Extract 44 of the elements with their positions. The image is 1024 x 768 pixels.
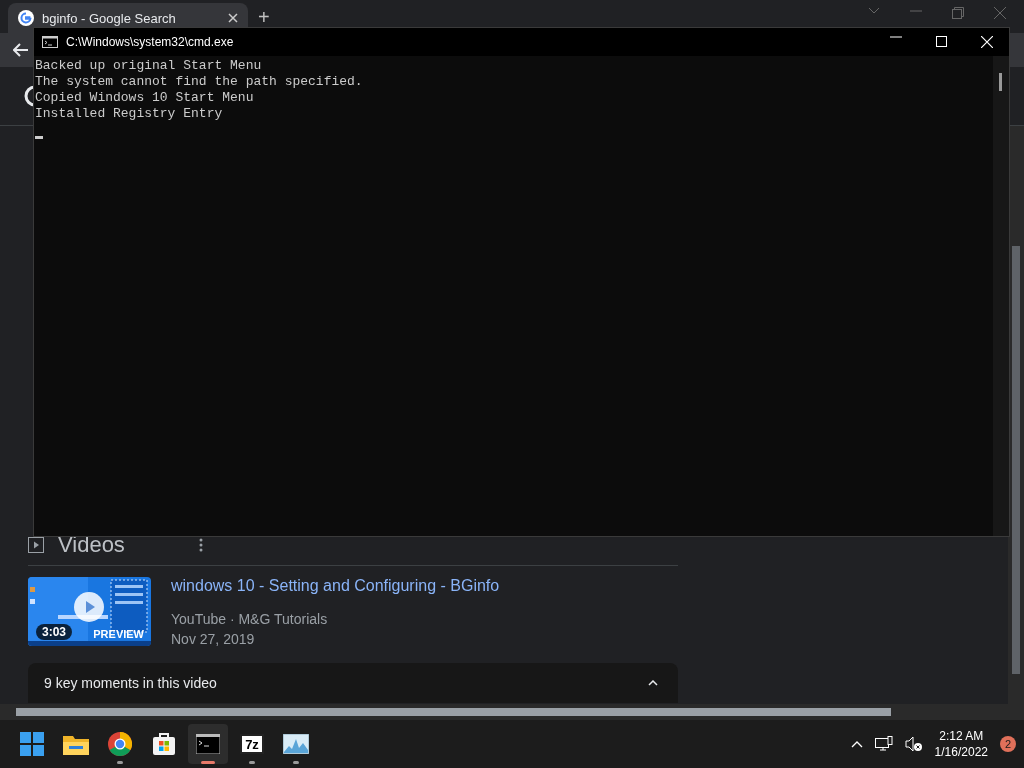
terminal-icon (196, 734, 220, 754)
console-line: The system cannot find the path specified. (35, 74, 364, 90)
video-date: Nov 27, 2019 (171, 631, 256, 647)
section-heading: Videos (58, 532, 125, 558)
network-icon[interactable] (874, 736, 893, 752)
speaker-muted-icon[interactable] (904, 736, 923, 752)
window-title: C:\Windows\system32\cmd.exe (66, 35, 235, 49)
clock-date[interactable]: 1/16/2022 (934, 745, 988, 759)
console-line: Installed Registry Entry (35, 106, 224, 122)
horizontal-scrollbar[interactable] (0, 704, 1024, 720)
chevron-down-icon[interactable] (868, 6, 880, 15)
chrome-icon (108, 732, 132, 756)
more-icon[interactable] (198, 538, 203, 552)
key-moments-label: 9 key moments in this video (44, 675, 217, 691)
console-line: Backed up original Start Menu (35, 58, 263, 74)
store-icon (152, 732, 176, 756)
console-line: Copied Windows 10 Start Menu (35, 90, 255, 106)
google-icon (18, 10, 34, 26)
maximize-icon[interactable] (936, 36, 947, 47)
text-cursor (35, 136, 43, 139)
key-moments-bar[interactable]: 9 key moments in this video (28, 663, 678, 703)
duration-badge: 3:03 (36, 624, 73, 640)
clock-time[interactable]: 2:12 AM (939, 729, 984, 743)
archiver-icon: 7z (240, 734, 264, 754)
scrollbar[interactable] (993, 56, 1009, 536)
notification-badge[interactable]: 2 (1000, 736, 1016, 752)
console-icon (42, 36, 58, 48)
back-arrow-icon[interactable] (13, 43, 29, 57)
logo-icon (24, 85, 36, 107)
chart-icon (283, 734, 309, 754)
scrollbar[interactable] (1008, 126, 1024, 704)
taskbar-button[interactable] (188, 724, 228, 764)
tab-title: bginfo - Google Search (42, 10, 177, 26)
new-tab-button[interactable]: + (258, 6, 270, 29)
taskbar-button[interactable]: 7z (232, 724, 272, 764)
preview-label: PREVIEW (93, 628, 144, 640)
video-icon (28, 537, 44, 553)
chevron-up-icon[interactable] (850, 740, 863, 748)
start-icon (20, 732, 44, 756)
video-source: YouTube · M&G Tutorials (171, 611, 329, 627)
video-title-link[interactable]: windows 10 - Setting and Configuring - BGinfo (171, 577, 500, 595)
folder-icon (63, 733, 89, 755)
restore-icon[interactable] (952, 6, 964, 19)
play-icon[interactable] (74, 592, 104, 622)
